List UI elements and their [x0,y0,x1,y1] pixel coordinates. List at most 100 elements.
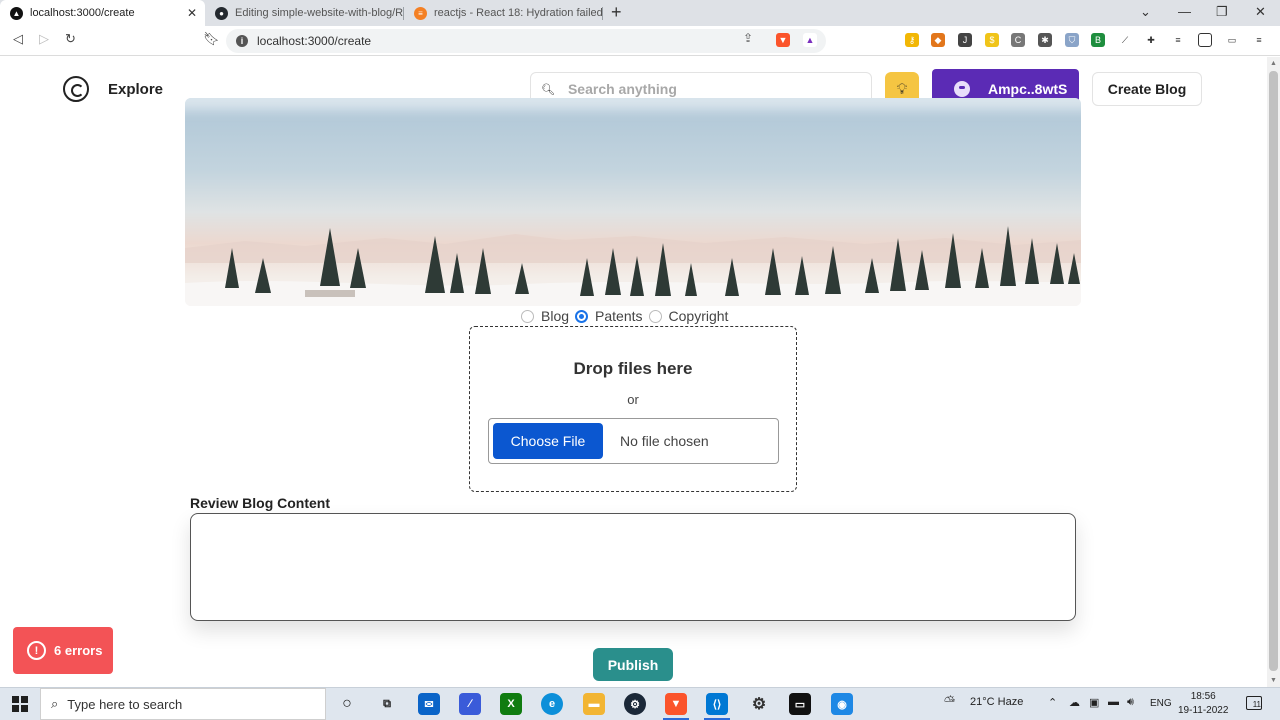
back-icon[interactable]: ◁ [13,31,23,47]
extension-coin-icon[interactable]: $ [985,33,999,47]
site-info-icon[interactable]: i [236,35,248,47]
scrollbar-thumb[interactable] [1269,71,1278,671]
scroll-up-icon[interactable]: ▲ [1270,60,1277,67]
task-view-icon[interactable]: ⧉ [376,693,398,715]
scroll-down-icon[interactable]: ▼ [1270,677,1277,684]
tab-title: Editing simple-website-with-blog/README.… [235,7,403,19]
github-icon: ● [215,6,228,20]
mail-icon[interactable]: ✉ [418,693,440,715]
menu-icon[interactable]: ≡ [1252,33,1266,47]
file-input[interactable]: Choose File No file chosen [488,418,779,464]
error-alert-icon: ! [27,641,46,660]
tab-stackoverflow[interactable]: ≡ reactjs - React 18: Hydration failed b… [404,0,602,26]
triangle-app-icon: ▲ [10,6,23,20]
terminal-icon[interactable]: ▭ [789,693,811,715]
radio-blog[interactable] [521,309,534,323]
tab-separator [602,7,603,20]
address-bar[interactable]: i localhost:3000/create [226,29,826,53]
windows-start-icon[interactable] [12,696,28,712]
edge-icon[interactable]: e [541,693,563,715]
extension-wand-icon[interactable]: ⟋ [1118,33,1132,47]
cover-banner-image [185,98,1081,306]
address-url[interactable]: localhost:3000/create [257,34,371,48]
search-input[interactable] [567,81,848,97]
stackoverflow-icon: ≡ [414,6,427,20]
brave-rewards-icon[interactable]: ▲ [803,33,817,47]
cortana-icon[interactable]: ○ [336,693,358,715]
reading-list-icon[interactable]: ≡ [1171,33,1185,47]
snipping-tool-icon[interactable]: ◉ [831,693,853,715]
review-content-label: Review Blog Content [190,495,331,511]
weather-text[interactable]: 21°C Haze [970,696,1023,708]
extension-bug-icon[interactable]: ✱ [1038,33,1052,47]
extension-b-icon[interactable]: B [1091,33,1105,47]
language-indicator[interactable]: ENG [1150,698,1172,709]
tab-localhost-create[interactable]: ▲ localhost:3000/create ✕ [0,0,205,26]
radio-copyright[interactable] [648,309,662,323]
file-explorer-icon[interactable]: ▬ [583,693,605,715]
radio-patents[interactable] [575,309,589,323]
dropzone-or-text: or [627,392,639,407]
notification-center-icon[interactable]: 11 [1246,696,1262,710]
tab-title: localhost:3000/create [30,7,135,19]
publish-button[interactable]: Publish [593,648,673,681]
tray-chevron-icon[interactable]: ⌃ [1048,696,1057,709]
steam-icon[interactable]: ⚙ [624,693,646,715]
windows-taskbar: ⌕ Type here to search ○ ⧉ ✉ ∕ X e ▬ ⚙ ▼ … [0,687,1280,720]
window-close-icon[interactable]: ✕ [1255,4,1266,20]
browser-toolbar: ◁ ▷ ↻ 🔖︎ i localhost:3000/create ⇪ ▼ ▲ ⚷… [0,26,1280,56]
extensions-puzzle-icon[interactable]: ✚ [1144,33,1158,47]
wallet-address: Ampc..8wtS [988,81,1068,97]
errors-count-label: 6 errors [54,643,103,658]
lightbulb-icon: 💡︎ [896,80,908,98]
sidebar-icon[interactable] [1198,33,1212,47]
metamask-icon[interactable]: ◆ [931,33,945,47]
tab-search-chevron-icon[interactable]: ⌄ [1140,4,1151,20]
extension-j-icon[interactable]: J [958,33,972,47]
extension-shield-icon[interactable]: ⛉ [1065,33,1079,47]
volume-icon[interactable]: 🔊︎ [1127,696,1134,709]
page-scrollbar[interactable]: ▲ ▼ [1267,57,1280,687]
app-logo-icon[interactable] [63,76,89,102]
tab-title: reactjs - React 18: Hydration failed bec… [434,7,602,19]
taskbar-search-placeholder: Type here to search [67,696,183,712]
file-dropzone[interactable]: Drop files here or Choose File No file c… [469,326,797,492]
radio-copyright-label[interactable]: Copyright [669,308,729,324]
share-icon[interactable]: ⇪ [743,31,753,45]
dev-app-icon[interactable]: ∕ [459,693,481,715]
reload-icon[interactable]: ↻ [65,31,76,47]
onedrive-icon[interactable]: ☁ [1069,696,1080,709]
extension-key-icon[interactable]: ⚷ [905,33,919,47]
vscode-icon[interactable]: ⟨⟩ [706,693,728,715]
snowy-forest-illustration [185,226,1081,306]
bookmark-icon[interactable]: 🔖︎ [203,31,220,47]
review-content-textarea[interactable] [190,513,1076,621]
radio-blog-label[interactable]: Blog [541,308,569,324]
taskbar-search-box[interactable]: ⌕ Type here to search [40,688,326,720]
choose-file-button[interactable]: Choose File [493,423,603,459]
brave-browser-icon[interactable]: ▼ [665,693,687,715]
tray-app-icon[interactable]: ▣ [1089,696,1099,709]
radio-patents-label[interactable]: Patents [595,308,642,324]
extension-c-icon[interactable]: C [1011,33,1025,47]
forward-icon[interactable]: ▷ [39,31,49,47]
taskbar-clock[interactable]: 18:56 19-11-2022 [1178,690,1228,718]
weather-icon[interactable]: ⛅︎ [944,693,955,710]
xbox-icon[interactable]: X [500,693,522,715]
minimize-icon[interactable]: — [1178,4,1191,19]
close-tab-icon[interactable]: ✕ [187,6,197,20]
battery-icon[interactable]: ▬ [1108,696,1119,708]
errors-toast[interactable]: ! 6 errors [13,627,113,674]
restore-icon[interactable]: ❐ [1216,4,1228,20]
wallet-icon[interactable]: ▭ [1225,33,1239,47]
new-tab-icon[interactable]: + [611,2,622,23]
settings-icon[interactable]: ⚙ [748,693,770,715]
phantom-wallet-icon [954,81,970,97]
clock-date: 19-11-2022 [1178,705,1229,716]
browser-tab-bar: ▲ localhost:3000/create ✕ ● Editing simp… [0,0,1280,26]
create-blog-button[interactable]: Create Blog [1092,72,1202,106]
brave-shield-icon[interactable]: ▼ [776,33,790,47]
search-icon: 🔍︎ [541,83,555,96]
nav-explore-link[interactable]: Explore [108,81,163,98]
tab-github-editing[interactable]: ● Editing simple-website-with-blog/READM… [205,0,403,26]
